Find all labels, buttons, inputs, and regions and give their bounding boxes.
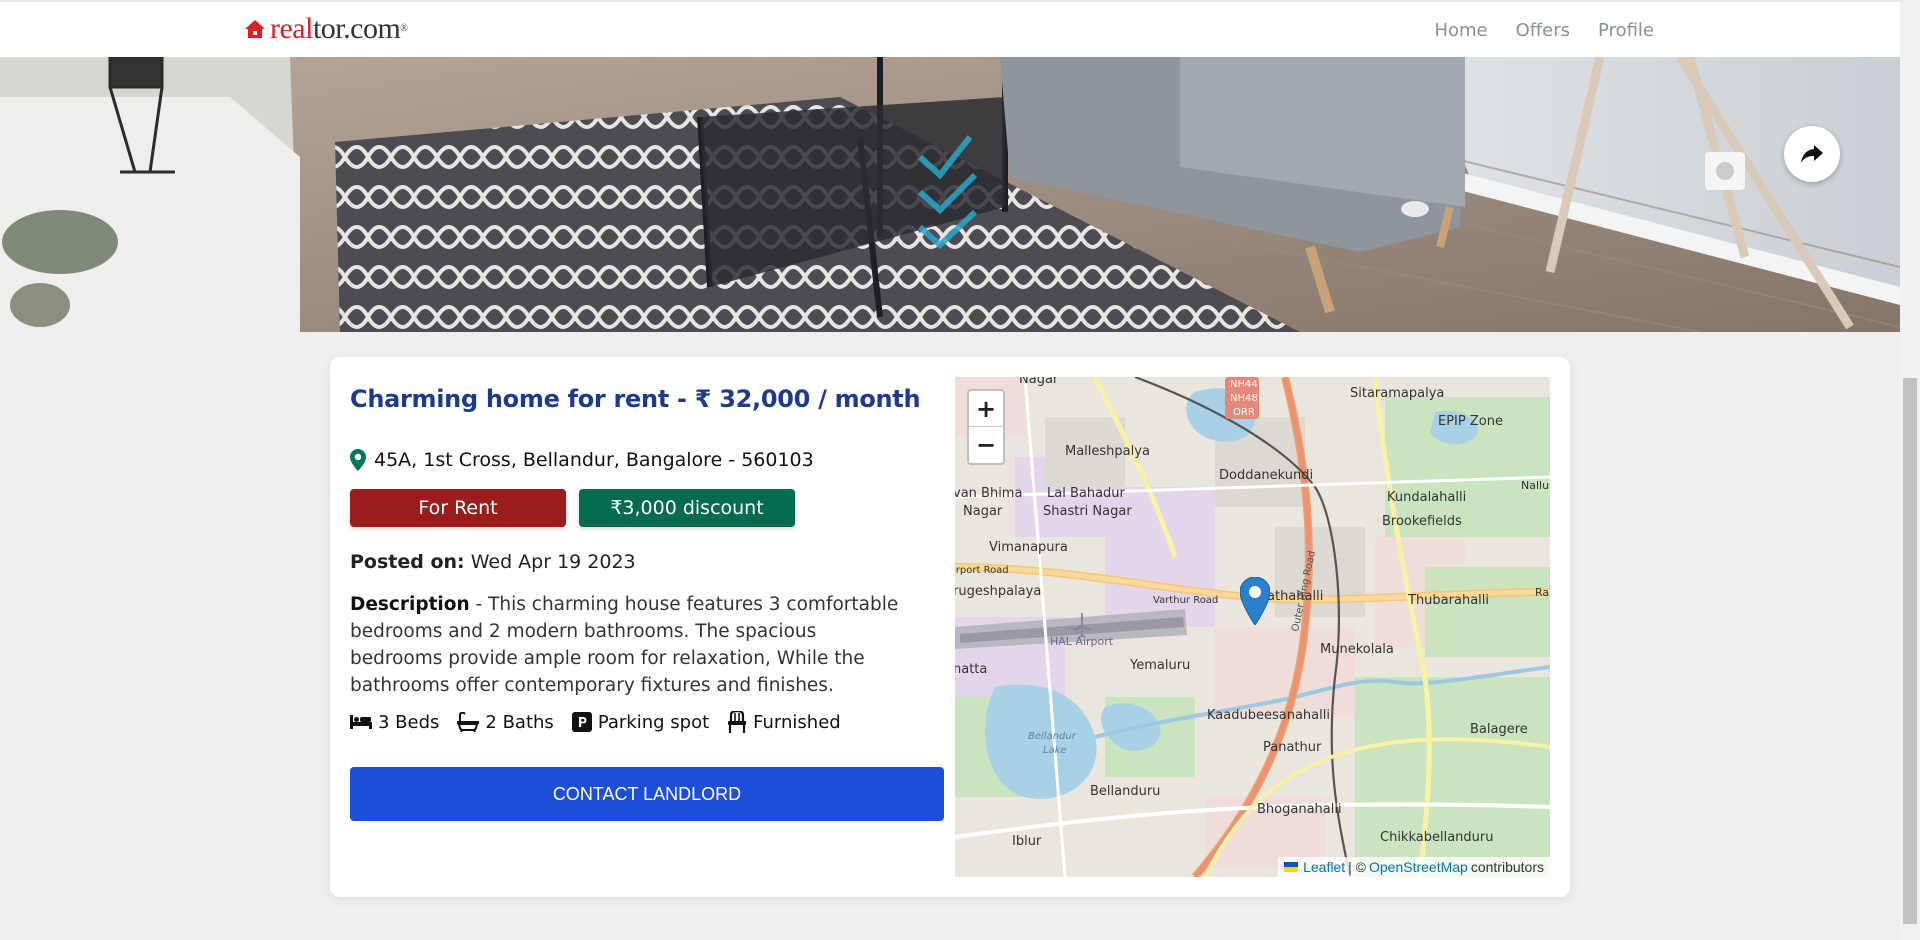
- main-nav: Home Offers Profile: [1434, 20, 1654, 41]
- feature-list: 3 Beds 2 Baths Parking spot Furnished: [350, 711, 841, 733]
- map-label-varthur-road: Varthur Road: [1153, 595, 1218, 606]
- chair-icon: [728, 711, 747, 733]
- map-label-nagar-2: Nagar: [963, 504, 1003, 519]
- map-zoom-control: + −: [967, 389, 1005, 465]
- map-label-lal-bahadur: Lal Bahadur: [1047, 486, 1126, 501]
- discount-badge: ₹3,000 discount: [579, 489, 795, 527]
- map-label-doddanekundi: Doddanekundi: [1219, 468, 1313, 483]
- map-label-brookefields: Brookefields: [1382, 514, 1462, 529]
- leaflet-link[interactable]: Leaflet: [1303, 859, 1345, 875]
- nav-home-link[interactable]: Home: [1434, 20, 1487, 41]
- map-label-nh48: NH48: [1230, 393, 1258, 404]
- bath-icon: [457, 712, 480, 732]
- map-label-epip-zone: EPIP Zone: [1438, 414, 1503, 429]
- description-label: Description: [350, 594, 470, 615]
- map-label-munekolala: Munekolala: [1320, 642, 1394, 657]
- map-label-marathahalli: athahalli: [1267, 589, 1323, 604]
- map-label-thubarahalli: Thubarahalli: [1407, 593, 1489, 608]
- location-map[interactable]: Nagar Sitaramapalya EPIP Zone Malleshpal…: [955, 377, 1550, 877]
- map-label-kaadubeesanahalli: Kaadubeesanahalli: [1207, 708, 1330, 723]
- listing-description: Description - This charming house featur…: [350, 591, 910, 699]
- listing-badges: For Rent ₹3,000 discount: [350, 489, 795, 527]
- map-label-yemaluru: Yemaluru: [1129, 658, 1190, 673]
- page-scrollbar[interactable]: [1900, 0, 1920, 940]
- share-button[interactable]: [1784, 126, 1840, 182]
- feature-beds: 3 Beds: [350, 711, 439, 733]
- map-label-airport-road: irport Road: [955, 565, 1009, 576]
- nav-profile-link[interactable]: Profile: [1598, 20, 1654, 41]
- feature-beds-label: 3 Beds: [378, 711, 440, 733]
- scrollbar-thumb[interactable]: [1903, 378, 1917, 924]
- feature-baths: 2 Baths: [457, 711, 554, 733]
- location-pin-icon: [350, 449, 366, 471]
- map-label-bhoganahalli: Bhoganahalli: [1257, 802, 1342, 817]
- map-label-bellanduru: Bellanduru: [1090, 784, 1160, 799]
- logo-text: realtor.com®: [270, 12, 408, 45]
- map-label-balagere: Balagere: [1470, 722, 1528, 737]
- map-label-shastri-nagar: Shastri Nagar: [1043, 504, 1132, 519]
- listing-title: Charming home for rent - ₹ 32,000 / mont…: [350, 385, 921, 413]
- map-label-malleshpalya: Malleshpalya: [1065, 444, 1150, 459]
- share-arrow-icon: [1801, 145, 1823, 163]
- feature-parking-label: Parking spot: [597, 711, 710, 733]
- map-label-panathur: Panathur: [1263, 740, 1322, 755]
- map-label-bellandur-lake: Bellandur: [1028, 731, 1077, 742]
- map-label-vimanapura: Vimanapura: [989, 540, 1068, 555]
- map-label-lake: Lake: [1043, 745, 1067, 756]
- for-rent-badge: For Rent: [350, 489, 566, 527]
- listing-address: 45A, 1st Cross, Bellandur, Bangalore - 5…: [350, 449, 814, 471]
- posted-label: Posted on:: [350, 551, 465, 573]
- location-marker-icon[interactable]: [1239, 576, 1271, 630]
- attribution-separator: | ©: [1348, 859, 1366, 875]
- map-label-rugeshpalaya: rugeshpalaya: [955, 584, 1041, 599]
- map-label-nallur: Nallur: [1521, 479, 1550, 492]
- map-label-chikkabellanduru: Chikkabellanduru: [1380, 830, 1493, 845]
- map-label-nagar: Nagar: [1019, 377, 1059, 387]
- map-label-bhima: van Bhima: [955, 486, 1022, 501]
- contact-landlord-button[interactable]: CONTACT LANDLORD: [350, 767, 944, 821]
- map-label-sitaramapalya: Sitaramapalya: [1350, 386, 1444, 401]
- feature-furnished: Furnished: [727, 711, 841, 733]
- openstreetmap-link[interactable]: OpenStreetMap: [1369, 859, 1468, 875]
- realtor-logo[interactable]: realtor.com®: [244, 12, 408, 45]
- house-icon: [245, 20, 265, 38]
- map-label-nh44: NH44: [1230, 379, 1258, 390]
- zoom-in-button[interactable]: +: [969, 391, 1003, 427]
- map-label-natta: natta: [955, 662, 987, 677]
- attribution-suffix: contributors: [1470, 859, 1544, 875]
- feature-baths-label: 2 Baths: [485, 711, 554, 733]
- property-hero-image: [0, 57, 1900, 332]
- posted-date: Posted on: Wed Apr 19 2023: [350, 551, 636, 573]
- zoom-out-button[interactable]: −: [969, 427, 1003, 463]
- feature-parking: Parking spot: [571, 711, 710, 733]
- feature-furnished-label: Furnished: [753, 711, 841, 733]
- posted-value: Wed Apr 19 2023: [470, 551, 636, 573]
- ukraine-flag-icon: [1284, 862, 1299, 872]
- map-label-iblur: Iblur: [1012, 834, 1042, 849]
- map-label-ran: Ran: [1535, 586, 1550, 599]
- map-label-orr: ORR: [1233, 407, 1255, 418]
- nav-offers-link[interactable]: Offers: [1516, 20, 1570, 41]
- listing-card: Charming home for rent - ₹ 32,000 / mont…: [330, 357, 1570, 897]
- map-attribution: Leaflet | © OpenStreetMap contributors: [1278, 857, 1550, 877]
- address-text: 45A, 1st Cross, Bellandur, Bangalore - 5…: [374, 449, 814, 471]
- parking-icon: [571, 712, 592, 732]
- bed-icon: [350, 715, 372, 729]
- map-label-kundalahalli: Kundalahalli: [1387, 490, 1466, 505]
- top-navbar: realtor.com® Home Offers Profile: [0, 0, 1900, 57]
